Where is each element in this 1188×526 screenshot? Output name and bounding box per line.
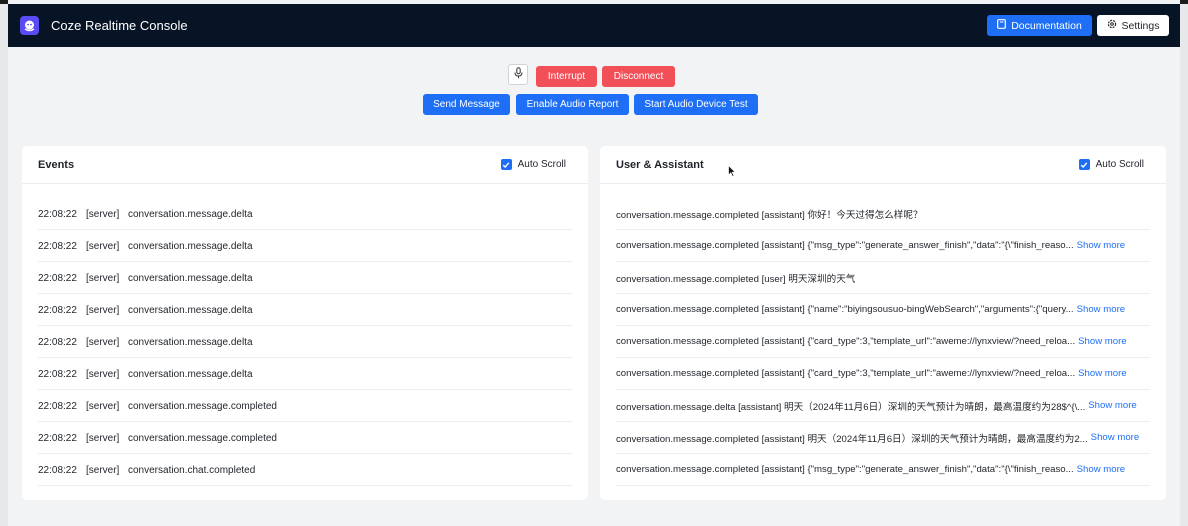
microphone-button[interactable] bbox=[508, 64, 528, 85]
event-name: conversation.message.delta bbox=[128, 336, 253, 348]
show-more-link[interactable]: Show more bbox=[1091, 432, 1140, 443]
event-row: 22:08:22 [server] conversation.message.del… bbox=[38, 326, 572, 358]
chat-message-text: conversation.message.completed [assistan… bbox=[616, 336, 1076, 347]
event-row: 22:08:22 [server] conversation.chat.comple… bbox=[38, 454, 572, 486]
event-row: 22:08:22 [server] conversation.message.com… bbox=[38, 422, 572, 454]
event-row: 22:08:22 [server] conversation.message.del… bbox=[38, 294, 572, 326]
chat-message-text: conversation.message.completed [assistan… bbox=[616, 368, 1076, 379]
settings-label: Settings bbox=[1121, 19, 1160, 32]
chat-message-text: conversation.message.completed [assistan… bbox=[616, 464, 1074, 475]
app-header: Coze Realtime Console Documentation Sett… bbox=[8, 4, 1180, 47]
documentation-button[interactable]: Documentation bbox=[987, 15, 1092, 36]
events-auto-scroll-toggle[interactable]: Auto Scroll bbox=[500, 159, 566, 170]
app-window: Coze Realtime Console Documentation Sett… bbox=[8, 0, 1180, 526]
show-more-link[interactable]: Show more bbox=[1077, 240, 1126, 251]
event-time: 22:08:22 bbox=[38, 208, 77, 220]
event-time: 22:08:22 bbox=[38, 304, 77, 316]
documentation-label: Documentation bbox=[1011, 19, 1082, 32]
auto-scroll-label: Auto Scroll bbox=[517, 159, 566, 170]
event-row: 22:08:22 [server] conversation.message.del… bbox=[38, 358, 572, 390]
event-row: 22:08:22 [server] conversation.message.com… bbox=[38, 390, 572, 422]
interrupt-button[interactable]: Interrupt bbox=[536, 66, 597, 87]
event-source: [server] bbox=[86, 240, 120, 252]
chat-message-row: conversation.message.completed [assistan… bbox=[616, 422, 1150, 454]
gear-icon bbox=[1107, 19, 1117, 32]
chat-panel-header: User & Assistant Auto Scroll bbox=[600, 146, 1166, 184]
show-more-link[interactable]: Show more bbox=[1077, 304, 1126, 315]
event-source: [server] bbox=[86, 368, 120, 380]
event-time: 22:08:22 bbox=[38, 272, 77, 284]
event-time: 22:08:22 bbox=[38, 336, 77, 348]
chat-message-row: conversation.message.completed [assistan… bbox=[616, 326, 1150, 358]
chat-panel: User & Assistant Auto Scroll conversatio… bbox=[600, 146, 1166, 500]
event-name: conversation.message.delta bbox=[128, 208, 253, 220]
event-time: 22:08:22 bbox=[38, 368, 77, 380]
checkbox-checked-icon[interactable] bbox=[1078, 159, 1090, 170]
event-source: [server] bbox=[86, 208, 120, 220]
chat-message-row: conversation.message.completed [assistan… bbox=[616, 454, 1150, 486]
event-source: [server] bbox=[86, 272, 120, 284]
event-name: conversation.message.completed bbox=[128, 432, 277, 444]
event-row: 22:08:22 [server] conversation.message.del… bbox=[38, 230, 572, 262]
enable-audio-report-button[interactable]: Enable Audio Report bbox=[516, 94, 629, 115]
chat-message-row: conversation.message.completed [assistan… bbox=[616, 198, 1150, 230]
chat-message-row: conversation.message.delta [assistant] 明… bbox=[616, 390, 1150, 422]
chat-message-list: conversation.message.completed [assistan… bbox=[616, 198, 1150, 486]
event-time: 22:08:22 bbox=[38, 240, 77, 252]
show-more-link[interactable]: Show more bbox=[1078, 336, 1127, 347]
event-time: 22:08:22 bbox=[38, 464, 77, 476]
events-panel-header: Events Auto Scroll bbox=[22, 146, 588, 184]
mouse-cursor-icon bbox=[728, 164, 737, 182]
start-audio-device-test-button[interactable]: Start Audio Device Test bbox=[634, 94, 758, 115]
event-source: [server] bbox=[86, 304, 120, 316]
show-more-link[interactable]: Show more bbox=[1077, 464, 1126, 475]
events-list: 22:08:22 [server] conversation.message.del… bbox=[38, 198, 572, 486]
event-source: [server] bbox=[86, 432, 120, 444]
coze-logo-icon bbox=[20, 16, 39, 35]
event-name: conversation.message.delta bbox=[128, 240, 253, 252]
show-more-link[interactable]: Show more bbox=[1088, 400, 1137, 411]
app-title: Coze Realtime Console bbox=[51, 18, 188, 33]
settings-button[interactable]: Settings bbox=[1097, 15, 1169, 36]
chat-message-text: conversation.message.completed [user] 明天… bbox=[616, 273, 856, 285]
book-icon bbox=[997, 19, 1007, 32]
chat-message-text: conversation.message.completed [assistan… bbox=[616, 304, 1074, 315]
disconnect-button[interactable]: Disconnect bbox=[602, 66, 675, 87]
event-time: 22:08:22 bbox=[38, 400, 77, 412]
event-name: conversation.message.delta bbox=[128, 368, 253, 380]
event-time: 22:08:22 bbox=[38, 432, 77, 444]
chat-message-text: conversation.message.completed [assistan… bbox=[616, 240, 1074, 251]
chat-message-text: conversation.message.delta [assistant] 明… bbox=[616, 401, 1086, 413]
checkbox-checked-icon[interactable] bbox=[500, 159, 512, 170]
event-row: 22:08:22 [server] conversation.message.del… bbox=[38, 262, 572, 294]
event-name: conversation.chat.completed bbox=[128, 464, 256, 476]
microphone-icon bbox=[514, 66, 523, 84]
chat-message-row: conversation.message.completed [user] 明天… bbox=[616, 262, 1150, 294]
event-name: conversation.message.delta bbox=[128, 272, 253, 284]
send-message-button[interactable]: Send Message bbox=[423, 94, 510, 115]
event-name: conversation.message.completed bbox=[128, 400, 277, 412]
event-name: conversation.message.delta bbox=[128, 304, 253, 316]
auto-scroll-label: Auto Scroll bbox=[1095, 159, 1144, 170]
chat-message-text: conversation.message.completed [assistan… bbox=[616, 433, 1088, 445]
event-source: [server] bbox=[86, 464, 120, 476]
chat-auto-scroll-toggle[interactable]: Auto Scroll bbox=[1078, 159, 1144, 170]
chat-message-row: conversation.message.completed [assistan… bbox=[616, 358, 1150, 390]
event-source: [server] bbox=[86, 400, 120, 412]
events-panel: Events Auto Scroll 22:08:22 [server] conve… bbox=[22, 146, 588, 500]
event-row: 22:08:22 [server] conversation.message.del… bbox=[38, 198, 572, 230]
chat-message-row: conversation.message.completed [assistan… bbox=[616, 294, 1150, 326]
chat-message-text: conversation.message.completed [assistan… bbox=[616, 209, 923, 221]
chat-message-row: conversation.message.completed [assistan… bbox=[616, 230, 1150, 262]
show-more-link[interactable]: Show more bbox=[1078, 368, 1127, 379]
chat-title: User & Assistant bbox=[616, 159, 704, 171]
event-source: [server] bbox=[86, 336, 120, 348]
events-title: Events bbox=[38, 159, 75, 171]
